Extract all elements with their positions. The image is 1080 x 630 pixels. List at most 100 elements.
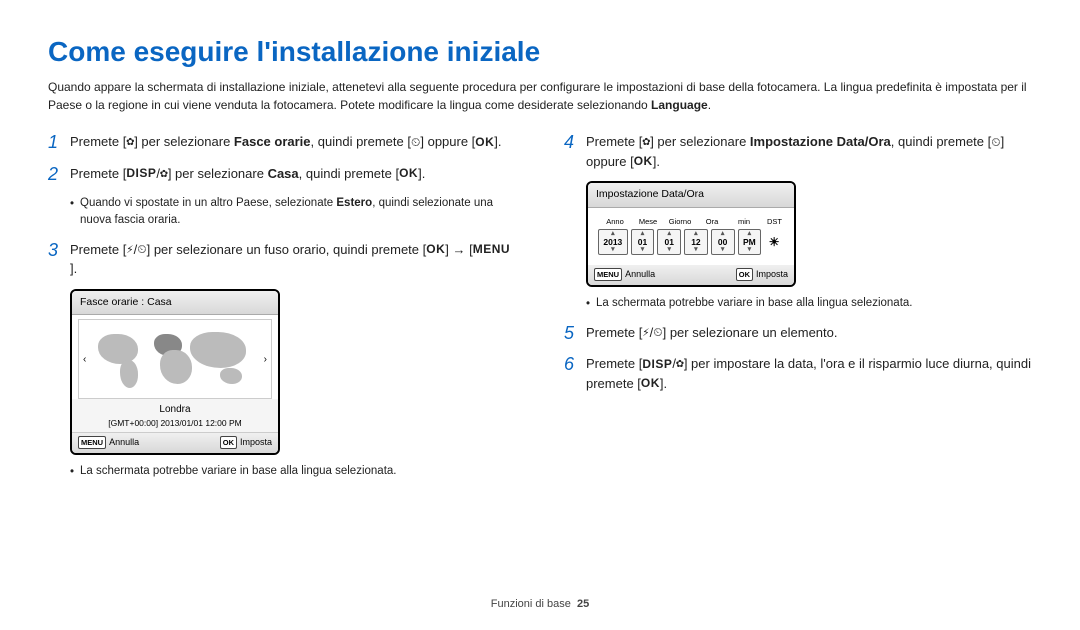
menu-tag: MENU	[78, 436, 106, 449]
step-body: Premete [⚡/⏲] per selezionare un element…	[586, 323, 1032, 343]
set-label: Imposta	[756, 269, 788, 279]
chevron-up-icon: ▴	[599, 229, 627, 240]
ok-icon: OK	[634, 155, 653, 167]
cancel-label: Annulla	[625, 269, 655, 279]
text: Premete [	[70, 134, 126, 149]
field-month[interactable]: ▴01▾	[631, 229, 655, 255]
left-column: 1 Premete [✿] per selezionare Fasce orar…	[48, 132, 516, 491]
intro-paragraph: Quando appare la schermata di installazi…	[48, 78, 1032, 114]
chevron-down-icon: ▾	[658, 245, 680, 256]
text: ].	[70, 261, 77, 276]
lcd-confirm[interactable]: OKImposta	[736, 268, 788, 282]
field-hour[interactable]: ▴12▾	[684, 229, 708, 255]
label-dst: DST	[762, 216, 784, 227]
step-3-note: • La schermata potrebbe variare in base …	[70, 463, 516, 481]
text: ] → [	[445, 242, 472, 257]
step-number: 6	[564, 354, 586, 376]
text: ].	[418, 166, 425, 181]
step-number: 5	[564, 323, 586, 345]
step-body: Premete [✿] per selezionare Impostazione…	[586, 132, 1032, 171]
step-5: 5 Premete [⚡/⏲] per selezionare un eleme…	[564, 323, 1032, 345]
dt-fields-row: ▴2013▾ ▴01▾ ▴01▾ ▴12▾ ▴00▾ ▴PM▾ ☀	[598, 229, 784, 255]
field-dst[interactable]: ☀	[764, 229, 784, 255]
step-number: 3	[48, 240, 70, 262]
text: Premete [	[70, 242, 126, 257]
chevron-down-icon: ▾	[599, 245, 627, 256]
note-text: La schermata potrebbe variare in base al…	[596, 295, 912, 312]
step-body: Premete [DISP/✿] per impostare la data, …	[586, 354, 1032, 393]
estero: Estero	[336, 197, 372, 209]
disp-icon: DISP	[126, 167, 156, 179]
text: , quindi premete [	[311, 134, 411, 149]
lcd-cancel[interactable]: MENUAnnulla	[78, 436, 139, 450]
text: , quindi premete [	[299, 166, 399, 181]
lcd-dt-body: Anno Mese Giorno Ora min DST ▴2013▾ ▴01▾…	[588, 208, 794, 265]
lcd-bottom-bar: MENUAnnulla OKImposta	[588, 265, 794, 285]
dt-field-labels: Anno Mese Giorno Ora min DST	[598, 216, 784, 227]
lcd-datetime-screen: Impostazione Data/Ora Anno Mese Giorno O…	[586, 181, 796, 287]
lcd-bottom-bar: MENUAnnulla OKImposta	[72, 433, 278, 453]
text: ] per selezionare	[168, 166, 268, 181]
nav-left-arrow[interactable]: ‹	[83, 352, 86, 367]
flash-icon: ⚡	[126, 243, 133, 255]
ok-tag: OK	[220, 436, 237, 449]
text: Quando vi spostate in un altro Paese, se…	[80, 197, 336, 209]
step-body: Premete [✿] per selezionare Fasce orarie…	[70, 132, 516, 152]
menu-tag: MENU	[594, 268, 622, 281]
lcd-cancel[interactable]: MENUAnnulla	[594, 268, 655, 282]
label-hour: Ora	[698, 216, 726, 227]
ok-icon: OK	[475, 136, 494, 148]
lcd-title: Impostazione Data/Ora	[588, 183, 794, 208]
step-number: 4	[564, 132, 586, 154]
text: Premete [	[586, 325, 642, 340]
label-day: Giorno	[666, 216, 694, 227]
footer-section: Funzioni di base	[491, 598, 571, 610]
fasce-orarie: Fasce orarie	[234, 134, 311, 149]
cancel-label: Annulla	[109, 437, 139, 447]
right-column: 4 Premete [✿] per selezionare Impostazio…	[564, 132, 1032, 491]
lcd-city: Londra	[72, 399, 278, 417]
text: Premete [	[586, 356, 642, 371]
step-number: 2	[48, 164, 70, 186]
nav-right-arrow[interactable]: ›	[264, 352, 267, 367]
label-min: min	[730, 216, 758, 227]
chevron-up-icon: ▴	[739, 229, 761, 240]
macro-flower-icon: ✿	[676, 357, 684, 370]
field-ampm[interactable]: ▴PM▾	[738, 229, 762, 255]
lcd-datetime: [GMT+00:00] 2013/01/01 12:00 PM	[72, 417, 278, 433]
note-text: Quando vi spostate in un altro Paese, se…	[80, 195, 516, 230]
lcd-timezone-screen: Fasce orarie : Casa ‹ › Londra [GMT+00:0…	[70, 289, 280, 455]
timer-icon: ⏲	[653, 326, 662, 338]
menu-icon: MENU	[473, 243, 510, 255]
step-2-note: • Quando vi spostate in un altro Paese, …	[70, 195, 516, 230]
note-text: La schermata potrebbe variare in base al…	[80, 463, 396, 480]
field-year[interactable]: ▴2013▾	[598, 229, 628, 255]
set-label: Imposta	[240, 437, 272, 447]
label-month: Mese	[634, 216, 662, 227]
intro-text-end: .	[708, 98, 711, 112]
bullet-dot: •	[586, 296, 590, 313]
chevron-down-icon: ▾	[739, 245, 761, 256]
text: Premete [	[70, 166, 126, 181]
step-2: 2 Premete [DISP/✿] per selezionare Casa,…	[48, 164, 516, 186]
text: ] per selezionare un fuso orario, quindi…	[147, 242, 427, 257]
disp-icon: DISP	[642, 358, 672, 370]
macro-flower-icon: ✿	[160, 167, 168, 180]
impostazione-data-ora: Impostazione Data/Ora	[750, 134, 891, 149]
chevron-up-icon: ▴	[632, 229, 654, 240]
step-body: Premete [⚡/⏲] per selezionare un fuso or…	[70, 240, 516, 279]
step-number: 1	[48, 132, 70, 154]
lcd-confirm[interactable]: OKImposta	[220, 436, 272, 450]
text: Premete [	[586, 134, 642, 149]
casa: Casa	[268, 166, 299, 181]
ok-tag: OK	[736, 268, 753, 281]
step-6: 6 Premete [DISP/✿] per impostare la data…	[564, 354, 1032, 393]
page-footer: Funzioni di base 25	[0, 598, 1080, 610]
chevron-down-icon: ▾	[685, 245, 707, 256]
timer-icon: ⏲	[411, 136, 420, 148]
field-day[interactable]: ▴01▾	[657, 229, 681, 255]
flash-icon: ⚡	[642, 326, 649, 338]
text: ] per selezionare un elemento.	[663, 325, 838, 340]
ok-icon: OK	[399, 167, 418, 179]
field-min[interactable]: ▴00▾	[711, 229, 735, 255]
